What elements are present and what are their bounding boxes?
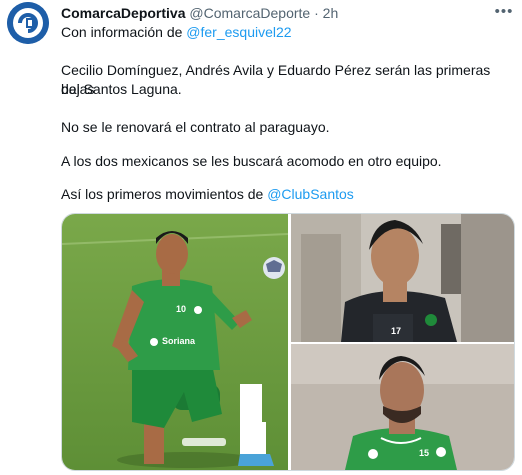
tweet-header: ComarcaDeportiva @ComarcaDeporte · 2h (61, 4, 492, 22)
timestamp[interactable]: 2h (323, 5, 339, 21)
photo-player-training[interactable]: 10 Soriana (62, 214, 288, 470)
media-grid: 10 Soriana 17 15 (61, 213, 515, 471)
avatar[interactable] (7, 2, 49, 44)
photo-player-15[interactable]: 15 (291, 344, 514, 470)
comarca-logo-icon (7, 2, 49, 44)
mention-fer-esquivel[interactable]: @fer_esquivel22 (186, 24, 291, 40)
paragraph-3: A los dos mexicanos se les buscará acomo… (61, 153, 442, 169)
jersey-number-15: 15 (419, 448, 429, 458)
jersey-number-17: 17 (391, 326, 401, 336)
paragraph-1-line-2: del Santos Laguna. (61, 81, 182, 97)
paragraph-4-prefix: Así los primeros movimientos de (61, 186, 268, 202)
info-prefix: Con información de (61, 24, 187, 40)
separator-dot: · (314, 5, 319, 21)
more-horizontal-icon[interactable]: ••• (494, 3, 514, 21)
photo-player-17[interactable]: 17 (291, 214, 514, 342)
paragraph-4: Así los primeros movimientos de @ClubSan… (61, 185, 354, 204)
author-handle[interactable]: @ComarcaDeporte (189, 5, 310, 21)
jersey-sponsor: Soriana (162, 336, 196, 346)
mention-club-santos[interactable]: @ClubSantos (267, 186, 354, 202)
author-name[interactable]: ComarcaDeportiva (61, 5, 186, 21)
paragraph-2: No se le renovará el contrato al paragua… (61, 119, 330, 135)
jersey-number-10: 10 (176, 304, 186, 314)
info-line: Con información de @fer_esquivel22 (61, 23, 292, 42)
